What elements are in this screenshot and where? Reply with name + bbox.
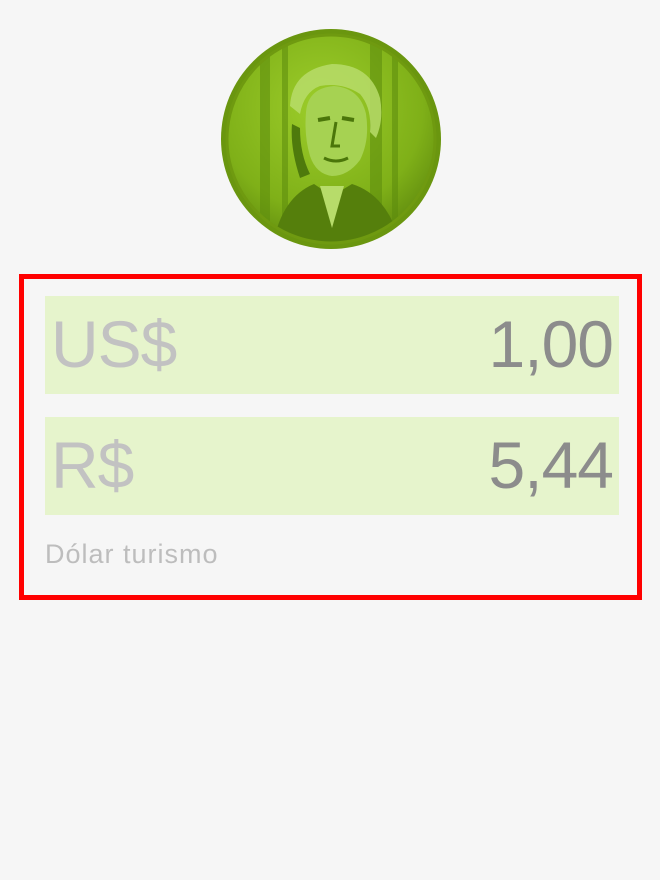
app-screen: US$ 1,00 R$ 5,44 Dólar turismo [0, 0, 660, 880]
rate-type-label: Dólar turismo [45, 539, 219, 569]
target-amount-input[interactable]: 5,44 [489, 425, 614, 505]
target-currency-field[interactable]: R$ 5,44 [45, 417, 619, 515]
source-currency-symbol: US$ [51, 307, 177, 381]
dollar-coin-icon [220, 28, 442, 250]
converter-panel: US$ 1,00 R$ 5,44 Dólar turismo [19, 274, 642, 600]
source-currency-field[interactable]: US$ 1,00 [45, 296, 619, 394]
source-amount-input[interactable]: 1,00 [489, 304, 614, 384]
target-currency-symbol: R$ [51, 428, 134, 502]
